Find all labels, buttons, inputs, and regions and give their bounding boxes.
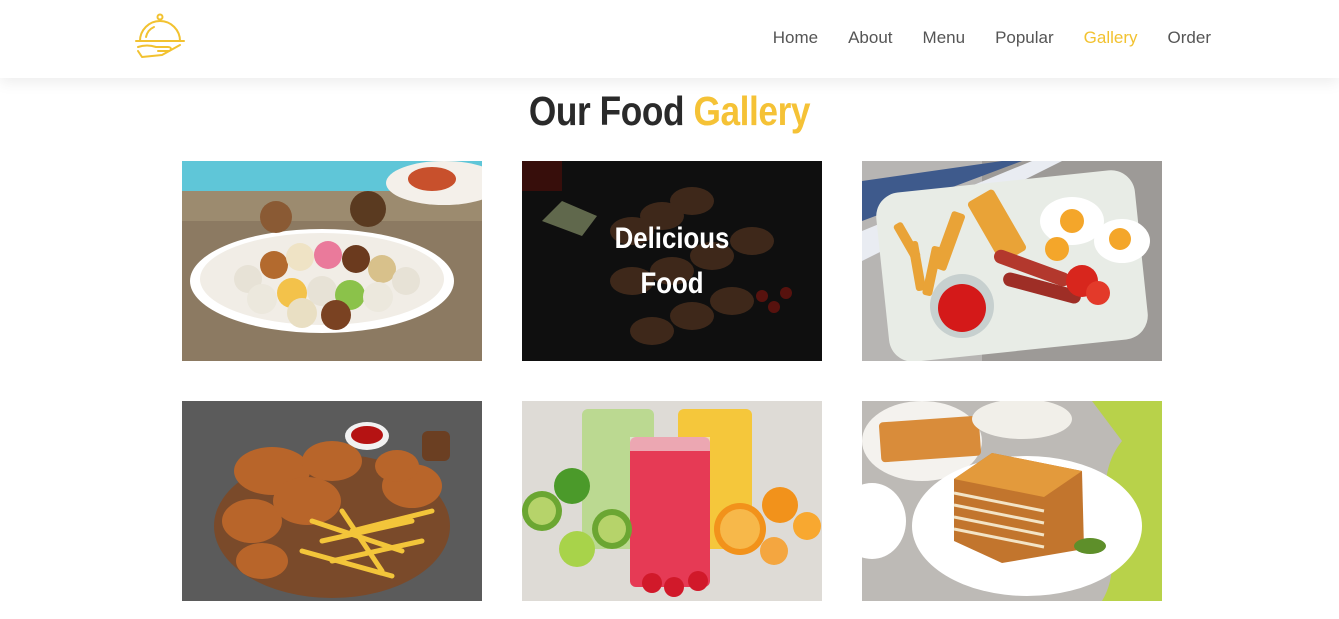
section-title-main: Our Food — [528, 88, 685, 134]
nav-gallery[interactable]: Gallery — [1084, 28, 1138, 48]
gallery-image-grilled-skewers[interactable]: Delicious Food — [522, 161, 822, 361]
nav-menu[interactable]: Menu — [923, 28, 966, 48]
section-title-accent: Gallery — [693, 88, 811, 134]
nav-order[interactable]: Order — [1168, 28, 1211, 48]
nav-about[interactable]: About — [848, 28, 892, 48]
gallery-overlay: Delicious Food — [522, 161, 822, 361]
gallery-image-fruit-smoothies[interactable] — [522, 401, 822, 601]
gallery-image-breakfast-plate[interactable] — [862, 161, 1162, 361]
section-title: Our Food Gallery — [94, 88, 1246, 135]
gallery-grid: Delicious Food — [182, 161, 1162, 601]
site-header: Home About Menu Popular Gallery Order — [0, 0, 1339, 78]
gallery-image-sweets-platter[interactable] — [182, 161, 482, 361]
gallery-image-honey-cake[interactable] — [862, 401, 1162, 601]
gallery-image-fried-chicken-fries[interactable] — [182, 401, 482, 601]
main-nav: Home About Menu Popular Gallery Order — [773, 28, 1211, 48]
overlay-text: Delicious Food — [614, 222, 730, 300]
food-cloche-icon[interactable] — [132, 11, 188, 61]
nav-popular[interactable]: Popular — [995, 28, 1054, 48]
nav-home[interactable]: Home — [773, 28, 818, 48]
